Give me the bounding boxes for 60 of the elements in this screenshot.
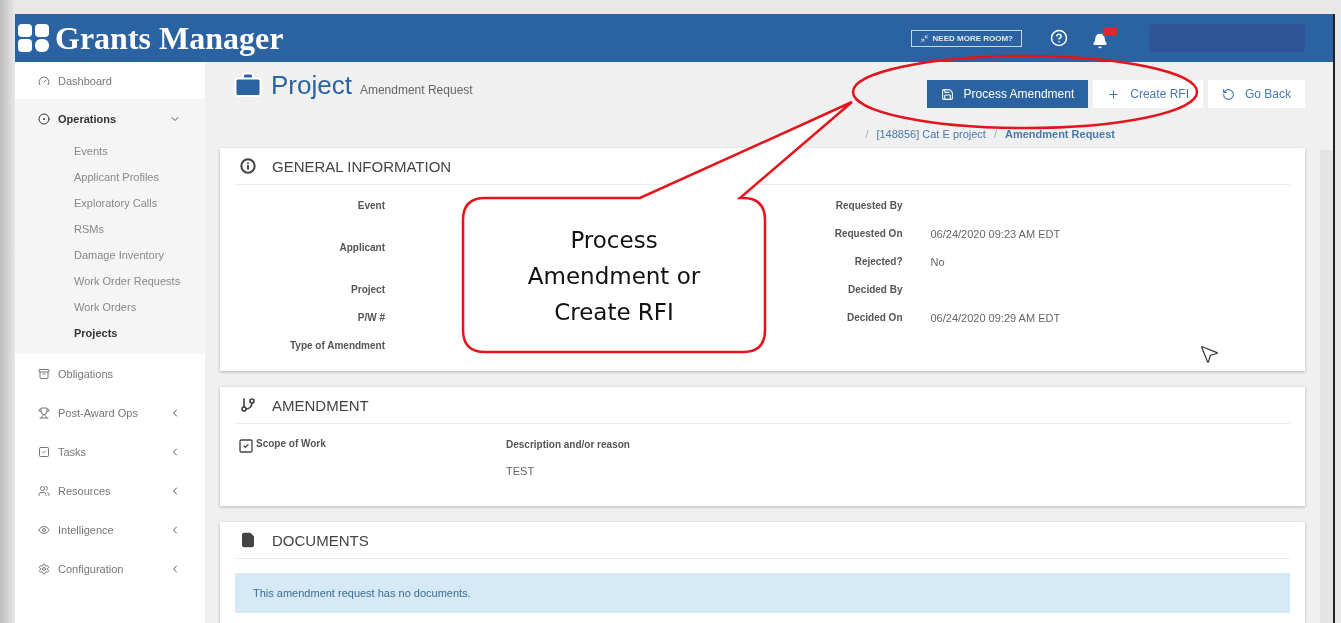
field-value: 06/24/2020 09:23 AM EDT (930, 227, 1062, 241)
trophy-icon (38, 406, 50, 419)
field-label: Requested On (833, 227, 903, 241)
breadcrumb-link[interactable]: [148856] Cat E project (876, 128, 986, 140)
page-title: Project (271, 70, 352, 101)
sidebar-subitem[interactable]: Exploratory Calls (15, 190, 205, 216)
undo-icon (1221, 87, 1235, 101)
sidebar-subitem[interactable]: Work Order Requests (15, 268, 205, 294)
branch-icon (240, 397, 256, 413)
callout-text: Process Amendment or Create RFI (526, 226, 702, 327)
eye-icon (38, 523, 50, 536)
breadcrumb-separator: / (865, 128, 869, 140)
checkbox-icon (238, 438, 254, 454)
field-label: Decided On (845, 311, 903, 325)
checkbox-icon (38, 445, 50, 458)
field-label: Project (350, 283, 385, 297)
page-subtitle: Amendment Request (359, 83, 473, 97)
field-value: No (930, 255, 946, 269)
field-label: Decided By (847, 283, 903, 297)
field-label: Event (356, 199, 385, 213)
field-value: 06/24/2020 09:29 AM EDT (930, 311, 1062, 325)
card-title: AMENDMENT (272, 396, 369, 414)
card-title: DOCUMENTS (272, 531, 369, 549)
sidebar-subitem[interactable]: Damage Inventory (15, 242, 205, 268)
scrollbar[interactable] (1320, 150, 1333, 623)
save-icon (940, 87, 954, 101)
process-button[interactable]: Process Amendment (926, 80, 1089, 108)
breadcrumb-separator: / (993, 128, 997, 140)
plus-icon (1107, 87, 1121, 101)
sidebar-subitem[interactable]: RSMs (15, 216, 205, 242)
help-icon[interactable] (1050, 29, 1068, 47)
shrink-icon (919, 33, 929, 43)
field-label: Requested By (834, 199, 903, 213)
users-icon (38, 484, 50, 497)
need-more-room-button[interactable]: NEED MORE ROOM? (910, 29, 1022, 47)
field-label: Applicant (338, 241, 385, 255)
gauge-icon (38, 74, 50, 87)
target-icon (38, 112, 50, 125)
archive-icon (38, 367, 50, 380)
sidebar-subitem[interactable]: Events (15, 138, 205, 164)
description-value: TEST (506, 464, 536, 478)
field-label: Type of Amendment (289, 339, 385, 353)
info-icon (240, 158, 256, 174)
create-button[interactable]: Create RFI (1093, 80, 1203, 108)
field-label: P/W # (356, 311, 385, 325)
sidebar-subitem[interactable]: Applicant Profiles (15, 164, 205, 190)
logo-icon (17, 23, 51, 53)
settings-icon (38, 562, 50, 575)
sidebar-subitem[interactable]: Work Orders (15, 294, 205, 320)
description-label: Description and/or reason (506, 438, 630, 452)
pointer-cursor-icon (1198, 343, 1220, 365)
document-icon (240, 532, 256, 548)
no-documents-notice: This amendment request has no documents. (235, 573, 1290, 613)
breadcrumb-link[interactable]: Amendment Request (1004, 128, 1115, 140)
go-back-button[interactable]: Go Back (1207, 80, 1305, 108)
scope-checkbox[interactable]: Scope of Work (238, 438, 506, 478)
field-label: Rejected? (853, 255, 903, 269)
sidebar-subitem[interactable]: Projects (15, 320, 205, 346)
notification-bell-icon[interactable] (1092, 27, 1117, 49)
card-title: GENERAL INFORMATION (272, 157, 452, 175)
